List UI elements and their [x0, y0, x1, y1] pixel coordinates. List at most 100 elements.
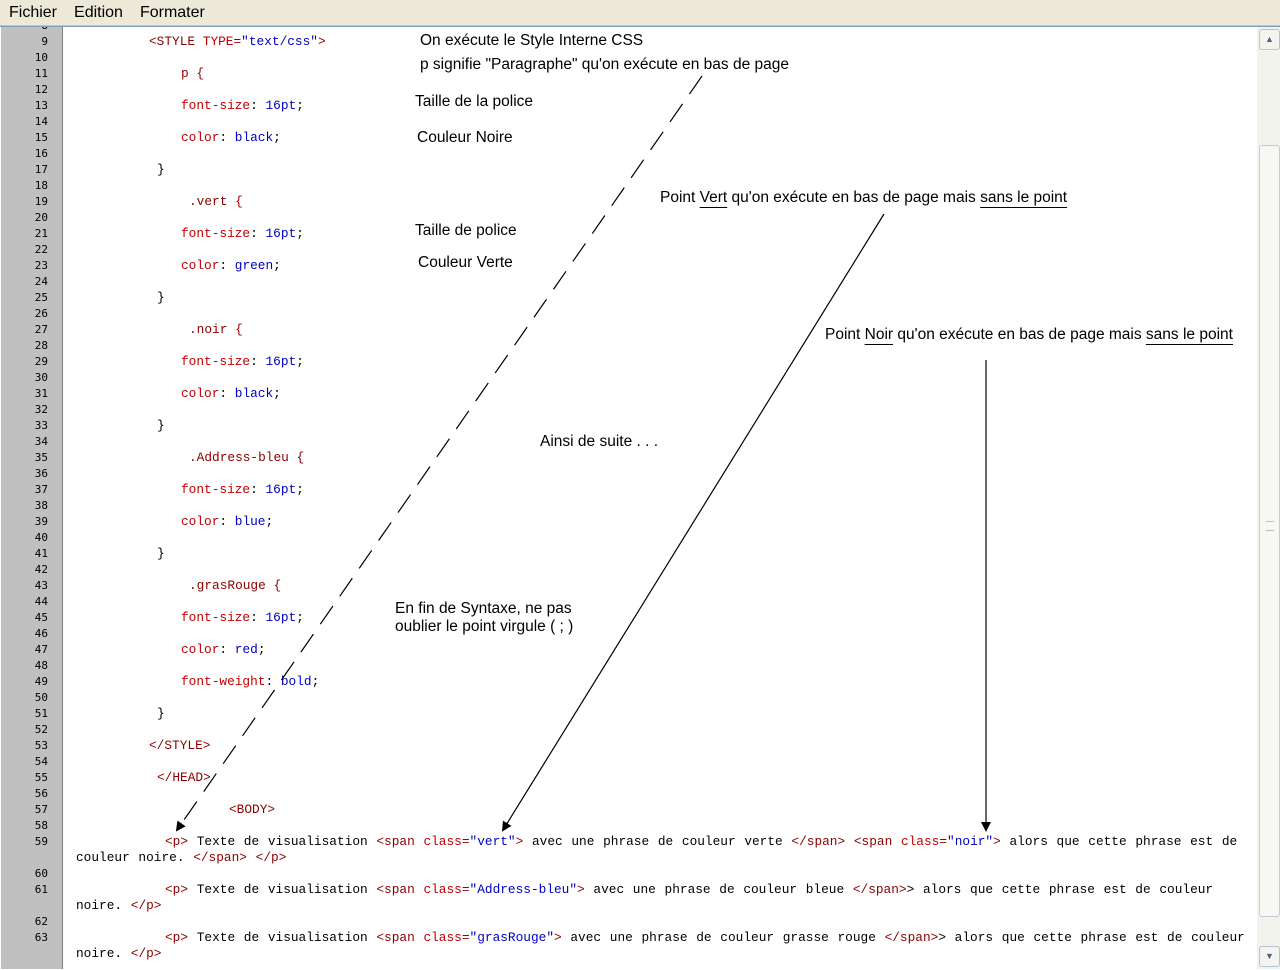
note-text: sans le point — [980, 189, 1068, 206]
token: </p> — [130, 946, 162, 961]
code-line-37: font-size: 16pt; — [181, 482, 304, 497]
line-number: 26 — [34, 307, 48, 320]
token: <p> — [165, 930, 189, 945]
code-line-61: <p> Texte de visualisation <span class="… — [76, 882, 1246, 914]
token: Texte de visualisation — [188, 834, 377, 849]
token: = — [461, 930, 470, 945]
token: <STYLE — [149, 34, 203, 49]
code-line-21: font-size: 16pt; — [181, 226, 304, 241]
code-line-47: color: red; — [181, 642, 266, 657]
line-number: 31 — [34, 387, 48, 400]
scroll-up-button[interactable]: ▲ — [1259, 29, 1280, 50]
token: "Address-bleu" — [469, 882, 578, 897]
chevron-up-icon: ▲ — [1265, 34, 1274, 44]
vertical-scrollbar[interactable]: ▲ ▼ — [1257, 27, 1280, 969]
code-line-17: } — [157, 162, 165, 177]
note-paragraphe: p signifie "Paragraphe" qu'on exécute en… — [420, 56, 790, 73]
token: <span — [376, 834, 424, 849]
code-line-53: </STYLE> — [149, 738, 211, 753]
token: TYPE — [202, 34, 234, 49]
token: <span — [853, 834, 901, 849]
line-number: 43 — [34, 579, 48, 592]
token: = — [939, 834, 948, 849]
token: 16pt — [265, 98, 297, 113]
token: </span> — [791, 834, 846, 849]
line-number: 35 — [34, 451, 48, 464]
line-number: 61 — [34, 883, 48, 896]
grip-icon — [1266, 521, 1274, 531]
token: color — [181, 642, 220, 657]
line-number: 19 — [34, 195, 48, 208]
token: green — [234, 258, 274, 273]
code-line-57: <BODY> — [229, 802, 276, 817]
token: black — [234, 130, 274, 145]
line-number: 60 — [34, 867, 48, 880]
note-ainsi-de-suite: Ainsi de suite . . . — [540, 433, 659, 450]
token: <p> — [165, 834, 189, 849]
token: font-size — [181, 354, 251, 369]
line-number: 17 — [34, 163, 48, 176]
scrollbar-thumb[interactable] — [1259, 145, 1280, 917]
code-line-23: color: green; — [181, 258, 281, 273]
token: font-size — [181, 610, 251, 625]
line-number: 24 — [34, 275, 48, 288]
code-line-27: .noir { — [189, 322, 243, 337]
code-line-51: } — [157, 706, 165, 721]
token: = — [461, 882, 470, 897]
note-point-vert: Point Vert qu'on exécute en bas de page … — [660, 189, 1067, 207]
note-taille-police-2: Taille de police — [415, 222, 517, 239]
token: 16pt — [265, 226, 297, 241]
token: > — [577, 882, 585, 897]
line-number: 40 — [34, 531, 48, 544]
line-number: 46 — [34, 627, 48, 640]
menu-formater[interactable]: Formater — [131, 0, 213, 25]
token: Texte de visualisation — [188, 930, 377, 945]
line-number: 39 — [34, 515, 48, 528]
line-number: 32 — [34, 403, 48, 416]
code-line-9: <STYLE TYPE="text/css"> — [149, 34, 326, 50]
code-editor[interactable]: <STYLE TYPE="text/css"> p { font-size: 1… — [63, 27, 1257, 969]
menu-edition[interactable]: Edition — [65, 0, 131, 25]
note-text: Vert — [699, 189, 728, 206]
line-number: 16 — [34, 147, 48, 160]
line-number: 63 — [34, 931, 48, 944]
line-number: 34 — [34, 435, 48, 448]
menu-fichier[interactable]: Fichier — [0, 0, 65, 25]
token: "vert" — [469, 834, 516, 849]
token: font-weight — [181, 674, 266, 689]
code-line-33: } — [157, 418, 165, 433]
token: Texte de visualisation — [188, 882, 377, 897]
token: = — [461, 834, 470, 849]
code-line-31: color: black; — [181, 386, 281, 401]
menu-bar: Fichier Edition Formater — [0, 0, 1280, 26]
note-text: Point — [660, 189, 700, 206]
token: color — [181, 514, 220, 529]
token: 16pt — [265, 482, 297, 497]
line-number: 47 — [34, 643, 48, 656]
code-line-25: } — [157, 290, 165, 305]
line-number: 42 — [34, 563, 48, 576]
token: font-size — [181, 482, 251, 497]
line-number: 37 — [34, 483, 48, 496]
token: </span> — [852, 882, 907, 897]
line-number: 27 — [34, 323, 48, 336]
code-line-19: .vert { — [189, 194, 243, 209]
note-text: Point — [825, 326, 865, 343]
line-number: 41 — [34, 547, 48, 560]
scroll-down-button[interactable]: ▼ — [1259, 946, 1280, 967]
note-taille-police: Taille de la police — [415, 93, 534, 110]
line-number: 22 — [34, 243, 48, 256]
line-number: 10 — [34, 51, 48, 64]
line-number: 8 — [41, 27, 48, 34]
line-number: 38 — [34, 499, 48, 512]
code-line-63: <p> Texte de visualisation <span class="… — [76, 930, 1246, 962]
line-number: 51 — [34, 707, 48, 720]
token: color — [181, 386, 220, 401]
token: "text/css" — [241, 34, 318, 49]
token: </span> — [193, 850, 247, 865]
note-couleur-noire: Couleur Noire — [417, 129, 513, 146]
line-number: 57 — [34, 803, 48, 816]
token: class — [900, 834, 940, 849]
token: 16pt — [265, 610, 297, 625]
